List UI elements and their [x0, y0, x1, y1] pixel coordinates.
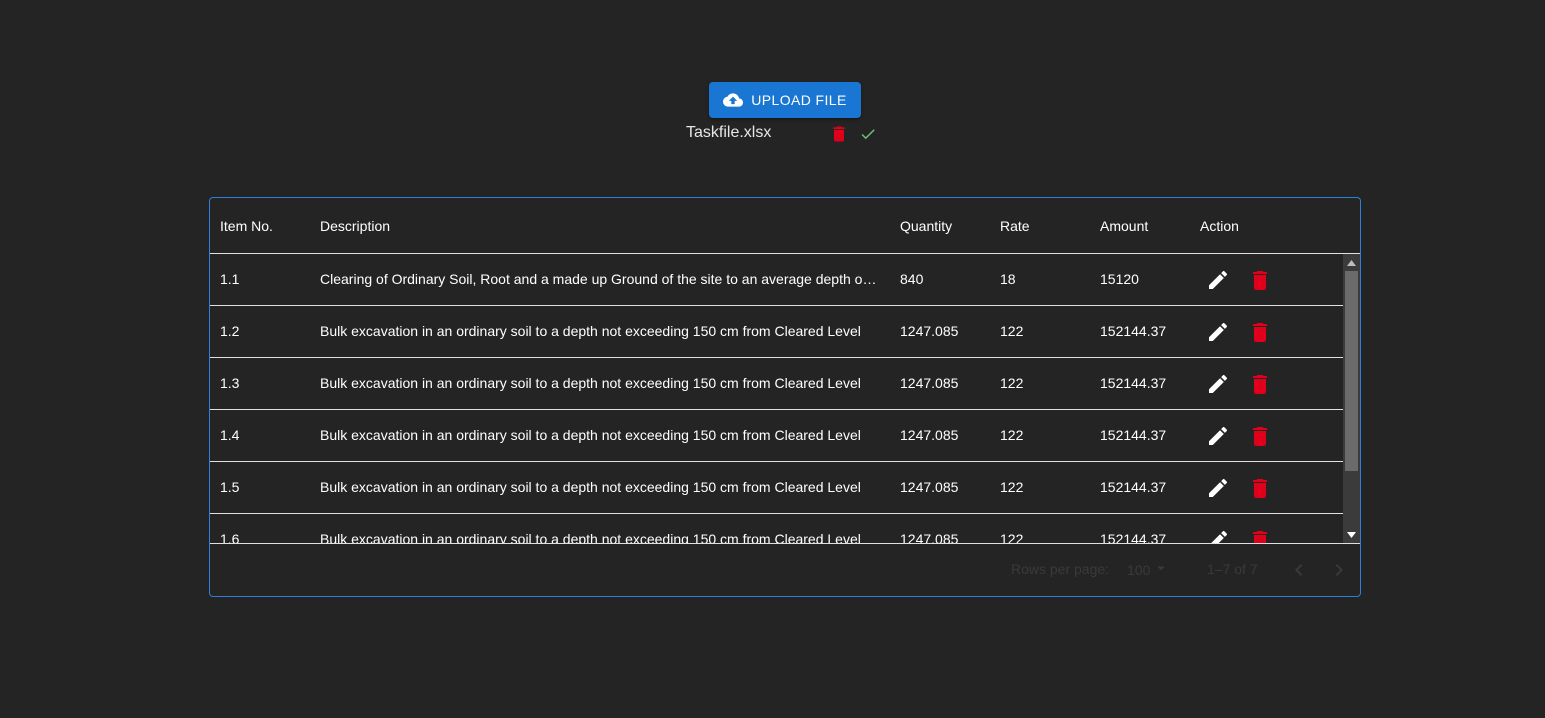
cell-quantity: 1247.085 [900, 323, 959, 339]
edit-pencil-icon[interactable] [1206, 424, 1230, 453]
cell-description: Bulk excavation in an ordinary soil to a… [320, 427, 861, 443]
table-row[interactable]: 1.6 Bulk excavation in an ordinary soil … [210, 514, 1343, 544]
cell-quantity: 1247.085 [900, 531, 959, 544]
cell-description: Bulk excavation in an ordinary soil to a… [320, 531, 861, 544]
table-rows: 1.1 Clearing of Ordinary Soil, Root and … [210, 254, 1343, 544]
cell-rate: 122 [1000, 323, 1024, 339]
cell-item-no: 1.1 [220, 271, 240, 287]
column-header-item-no[interactable]: Item No. [220, 218, 273, 234]
cell-item-no: 1.4 [220, 427, 240, 443]
previous-page-chevron-left-icon[interactable] [1287, 558, 1311, 587]
cell-item-no: 1.5 [220, 479, 240, 495]
cloud-upload-icon [723, 90, 744, 110]
edit-pencil-icon[interactable] [1206, 372, 1230, 401]
page-range-label: 1–7 of 7 [1207, 561, 1258, 577]
delete-trash-icon[interactable] [1250, 528, 1270, 543]
rows-per-page-value: 100 [1127, 562, 1151, 578]
table-row[interactable]: 1.4 Bulk excavation in an ordinary soil … [210, 410, 1343, 462]
cell-amount: 152144.37 [1100, 531, 1167, 544]
scroll-down-arrow-icon[interactable] [1343, 526, 1360, 543]
column-header-description[interactable]: Description [320, 218, 390, 234]
table-pagination: Rows per page: 100 1–7 of 7 [210, 544, 1360, 596]
uploaded-file-name: Taskfile.xlsx [686, 124, 772, 141]
delete-trash-icon[interactable] [1250, 372, 1270, 401]
dropdown-arrow-icon [1152, 559, 1170, 582]
column-header-quantity[interactable]: Quantity [900, 218, 952, 234]
cell-description: Bulk excavation in an ordinary soil to a… [320, 375, 861, 391]
delete-trash-icon[interactable] [1250, 320, 1270, 349]
table-row[interactable]: 1.2 Bulk excavation in an ordinary soil … [210, 306, 1343, 358]
table-row[interactable]: 1.3 Bulk excavation in an ordinary soil … [210, 358, 1343, 410]
cell-description: Bulk excavation in an ordinary soil to a… [320, 479, 861, 495]
cell-quantity: 840 [900, 271, 924, 287]
cell-description: Clearing of Ordinary Soil, Root and a ma… [320, 271, 880, 287]
cell-quantity: 1247.085 [900, 479, 959, 495]
cell-rate: 18 [1000, 271, 1016, 287]
column-header-action: Action [1200, 218, 1239, 234]
table-row[interactable]: 1.5 Bulk excavation in an ordinary soil … [210, 462, 1343, 514]
upload-success-check-icon [859, 125, 877, 148]
edit-pencil-icon[interactable] [1206, 320, 1230, 349]
cell-item-no: 1.2 [220, 323, 240, 339]
delete-trash-icon[interactable] [1250, 476, 1270, 505]
column-header-amount[interactable]: Amount [1100, 218, 1148, 234]
table-body: 1.1 Clearing of Ordinary Soil, Root and … [210, 254, 1360, 544]
table-row[interactable]: 1.1 Clearing of Ordinary Soil, Root and … [210, 254, 1343, 306]
table-header: Item No. Description Quantity Rate Amoun… [210, 198, 1360, 254]
edit-pencil-icon[interactable] [1206, 528, 1230, 543]
next-page-chevron-right-icon[interactable] [1327, 558, 1351, 587]
cell-rate: 122 [1000, 531, 1024, 544]
scroll-up-arrow-icon[interactable] [1343, 254, 1360, 271]
cell-amount: 152144.37 [1100, 427, 1167, 443]
remove-file-trash-icon[interactable] [829, 124, 849, 149]
column-header-rate[interactable]: Rate [1000, 218, 1030, 234]
upload-file-button[interactable]: UPLOAD FILE [709, 82, 861, 118]
cell-description: Bulk excavation in an ordinary soil to a… [320, 323, 861, 339]
vertical-scrollbar[interactable] [1343, 254, 1360, 543]
edit-pencil-icon[interactable] [1206, 268, 1230, 297]
bill-of-quantities-table: Item No. Description Quantity Rate Amoun… [209, 197, 1361, 597]
cell-quantity: 1247.085 [900, 427, 959, 443]
cell-item-no: 1.6 [220, 531, 240, 544]
rows-per-page-label: Rows per page: [1011, 561, 1110, 577]
cell-amount: 15120 [1100, 271, 1139, 287]
delete-trash-icon[interactable] [1250, 424, 1270, 453]
cell-amount: 152144.37 [1100, 479, 1167, 495]
cell-quantity: 1247.085 [900, 375, 959, 391]
edit-pencil-icon[interactable] [1206, 476, 1230, 505]
cell-item-no: 1.3 [220, 375, 240, 391]
cell-amount: 152144.37 [1100, 323, 1167, 339]
cell-rate: 122 [1000, 427, 1024, 443]
scrollbar-thumb[interactable] [1345, 271, 1358, 471]
cell-rate: 122 [1000, 375, 1024, 391]
rows-per-page-select[interactable]: 100 [1127, 561, 1170, 579]
cell-amount: 152144.37 [1100, 375, 1167, 391]
cell-rate: 122 [1000, 479, 1024, 495]
upload-file-label: UPLOAD FILE [751, 92, 847, 108]
delete-trash-icon[interactable] [1250, 268, 1270, 297]
